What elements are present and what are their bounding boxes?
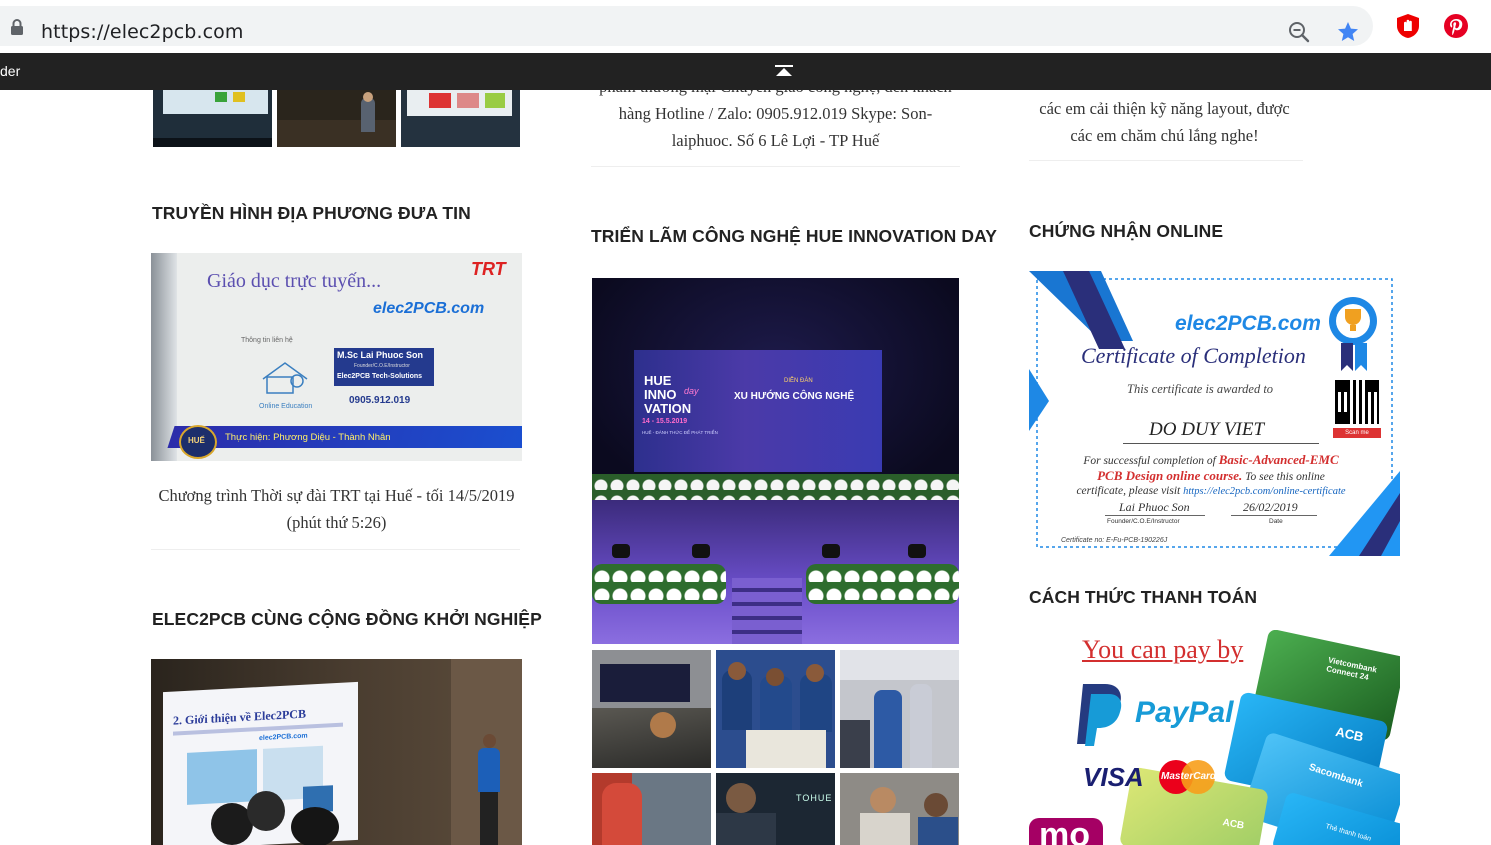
- video-channel-logo: TRT: [471, 259, 506, 279]
- video-badge: HUẾ: [179, 425, 217, 459]
- certificate-date-label: Date: [1269, 518, 1283, 525]
- certificate-number: Certificate no: E-Fu-PCB-190226J: [1061, 537, 1168, 544]
- booth-sign: TOHUE: [796, 793, 833, 803]
- widget-title-khoi-nghiep: ELEC2PCB CÙNG CỘNG ĐỒNG KHỞI NGHIỆP: [152, 609, 542, 629]
- startup-event-image[interactable]: 2. Giới thiệu về Elec2PCB elec2PCB.com: [151, 659, 522, 845]
- slide-logo: elec2PCB.com: [259, 732, 308, 743]
- top-caption-col3: các em cải thiện kỹ năng layout, được cá…: [1039, 99, 1290, 145]
- certificate-logo: elec2PCB.com: [1175, 312, 1321, 335]
- certificate-heading: Certificate of Completion: [1081, 343, 1306, 368]
- zoom-icon[interactable]: [1287, 20, 1311, 44]
- mastercard-logo: MasterCard: [1159, 760, 1216, 794]
- certificate-date: 26/02/2019: [1243, 500, 1298, 514]
- widget-title-thanh-toan: CÁCH THỨC THANH TOÁN: [1029, 587, 1258, 607]
- video-heading: Giáo dục trực tuyến...: [207, 270, 382, 292]
- recipient-name: DO DUY VIET: [1149, 419, 1265, 440]
- paypal-logo-icon: [1077, 684, 1122, 746]
- trt-news-image[interactable]: Giáo dục trực tuyến... TRT elec2PCB.com …: [151, 253, 522, 461]
- certificate-awarded: This certificate is awarded to: [1127, 382, 1274, 396]
- presenter: [478, 734, 500, 845]
- screen-date: 14 - 15.5.2019: [642, 418, 688, 425]
- video-phone: 0905.912.019: [349, 395, 411, 406]
- pay-headline: You can pay by: [1082, 635, 1244, 664]
- star-icon[interactable]: [1336, 20, 1360, 44]
- video-role: Founder/C.O.E/Instructor: [354, 363, 410, 369]
- innovation-stage-image[interactable]: HUE INNO VATION day 14 - 15.5.2019 HUẾ -…: [592, 278, 959, 644]
- divider: [151, 549, 520, 550]
- pinterest-extension-icon[interactable]: [1443, 13, 1469, 39]
- gallery-thumb[interactable]: [401, 90, 520, 147]
- certificate-body: For successful completion of Basic-Advan…: [1076, 452, 1346, 497]
- qr-code: [1335, 380, 1379, 424]
- divider: [1029, 160, 1303, 161]
- payment-methods-image[interactable]: You can pay by Vietcombank Connect 24 AC…: [1029, 630, 1400, 845]
- led-screen: HUE INNO VATION day 14 - 15.5.2019 HUẾ -…: [634, 350, 882, 472]
- gallery-thumb[interactable]: [592, 650, 711, 768]
- widget-title-truyen-hinh: TRUYỀN HÌNH ĐỊA PHƯƠNG ĐƯA TIN: [152, 203, 471, 223]
- flower-row: [592, 564, 726, 604]
- sticky-header-text[interactable]: der: [0, 63, 20, 79]
- screen-day: day: [684, 386, 699, 396]
- gallery-thumb[interactable]: [153, 90, 272, 147]
- qr-caption: Scan me: [1333, 428, 1381, 438]
- divider: [591, 166, 960, 167]
- gallery-thumb[interactable]: [716, 650, 835, 768]
- screen-forum-label: DIỄN ĐÀN: [784, 378, 813, 384]
- screen-forum: XU HƯỚNG CÔNG NGHỆ: [734, 391, 855, 402]
- ublock-extension-icon[interactable]: [1395, 13, 1421, 39]
- url-text[interactable]: https://elec2pcb.com: [41, 20, 243, 44]
- certificate-image[interactable]: elec2PCB.com Certificate of Completion T…: [1029, 271, 1400, 556]
- video-name: M.Sc Lai Phuoc Son: [337, 350, 424, 360]
- widget-title-chung-nhan: CHỨNG NHẬN ONLINE: [1029, 221, 1224, 241]
- widget-title-innovation: TRIỂN LÃM CÔNG NGHỆ HUE INNOVATION DAY: [591, 226, 997, 246]
- audience: [211, 789, 351, 845]
- address-bar[interactable]: https://elec2pcb.com: [0, 6, 1373, 46]
- flower-row-top: [592, 474, 959, 500]
- trt-caption: Chương trình Thời sự đài TRT tại Huế - t…: [158, 486, 515, 532]
- video-company: Elec2PCB Tech-Solutions: [337, 373, 423, 380]
- gallery-thumb[interactable]: [840, 650, 959, 768]
- stage-steps: [732, 578, 802, 644]
- gallery-thumb[interactable]: [840, 773, 959, 845]
- certificate-signature: Lai Phuoc Son: [1119, 500, 1190, 514]
- gallery-thumb[interactable]: TOHUE: [716, 773, 835, 845]
- lock-icon[interactable]: [10, 19, 24, 35]
- video-name-banner: M.Sc Lai Phuoc Son Founder/C.O.E/Instruc…: [334, 348, 434, 386]
- video-contact-label: Thông tin liên hệ: [241, 337, 293, 344]
- browser-toolbar: https://elec2pcb.com: [0, 0, 1491, 53]
- certificate-sig-role: Founder/C.O.E/Instructor: [1107, 518, 1180, 525]
- paypal-wordmark: PayPal: [1135, 696, 1234, 729]
- gallery-thumb[interactable]: [277, 90, 396, 147]
- site-sticky-header: der: [0, 53, 1491, 90]
- momo-logo: mo: [1029, 816, 1103, 845]
- video-online-label: Online Education: [259, 403, 313, 410]
- screen-subtitle: HUẾ - ĐÁNH THỨC ĐỂ PHÁT TRIỂN: [642, 430, 718, 435]
- video-elec2pcb-logo: elec2PCB.com: [373, 300, 485, 317]
- gallery-thumb[interactable]: [592, 773, 711, 845]
- stage-lights: [592, 544, 959, 560]
- visa-logo: VISA: [1083, 762, 1144, 792]
- video-credit: Thực hiện: Phương Diệu - Thành Nhân: [225, 432, 391, 443]
- chevron-up-icon[interactable]: [774, 64, 794, 80]
- flower-row: [806, 564, 959, 604]
- house-icon: [262, 362, 308, 394]
